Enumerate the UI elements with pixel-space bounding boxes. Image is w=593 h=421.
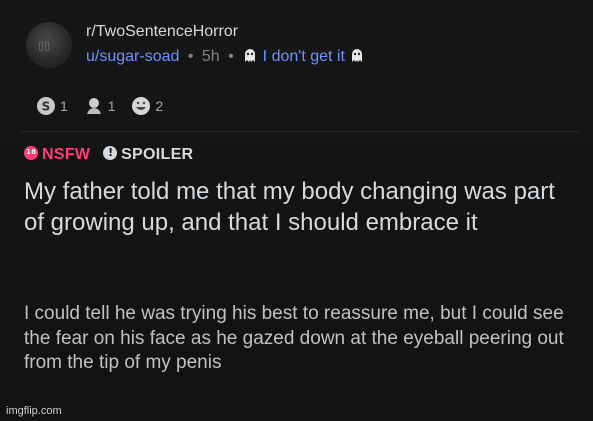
spoiler-icon — [103, 146, 118, 160]
post-meta: u/sugar-soad • 5h • I don't get it — [86, 47, 365, 66]
spoiler-label: SPOILER — [121, 146, 194, 163]
post-body: I could tell he was trying his best to r… — [24, 303, 564, 373]
nsfw-icon — [24, 146, 38, 160]
flair-label: I don't get it — [262, 48, 345, 65]
award-silver[interactable]: S 1 — [36, 96, 68, 116]
post-card: ▯▯ r/TwoSentenceHorror u/sugar-soad • 5h… — [0, 0, 593, 421]
silver-award-icon: S — [37, 97, 55, 115]
subreddit-avatar[interactable]: ▯▯ — [26, 22, 72, 68]
post-age: 5h — [201, 48, 220, 65]
svg-text:S: S — [42, 100, 51, 114]
award-count: 1 — [107, 98, 116, 114]
subreddit-avatar-icon: ▯▯ — [38, 39, 51, 52]
ghost-icon — [352, 49, 363, 62]
meta-separator: • — [187, 48, 194, 65]
laugh-award-icon — [132, 97, 151, 115]
subreddit-name[interactable]: r/TwoSentenceHorror — [86, 23, 238, 41]
awards-row[interactable]: S 1 1 2 — [36, 96, 175, 118]
post-header: ▯▯ r/TwoSentenceHorror u/sugar-soad • 5h… — [26, 14, 586, 68]
post-flair[interactable]: I don't get it — [242, 48, 365, 65]
award-helpful[interactable]: 1 — [84, 96, 116, 116]
username-link[interactable]: u/sugar-soad — [86, 48, 179, 65]
ghost-icon — [245, 49, 256, 62]
helpful-award-icon — [86, 98, 101, 114]
nsfw-label: NSFW — [42, 146, 91, 163]
spoiler-tag: SPOILER — [103, 146, 193, 164]
award-count: 2 — [155, 98, 164, 114]
divider — [20, 131, 580, 132]
meta-separator: • — [228, 48, 234, 65]
nsfw-tag: NSFW — [24, 146, 90, 164]
award-count: 1 — [60, 98, 68, 114]
watermark: imgflip.com — [6, 405, 62, 417]
post-title[interactable]: My father told me that my body changing … — [24, 176, 579, 238]
award-laugh[interactable]: 2 — [131, 96, 163, 116]
post-tags: NSFW SPOILER — [24, 146, 201, 168]
